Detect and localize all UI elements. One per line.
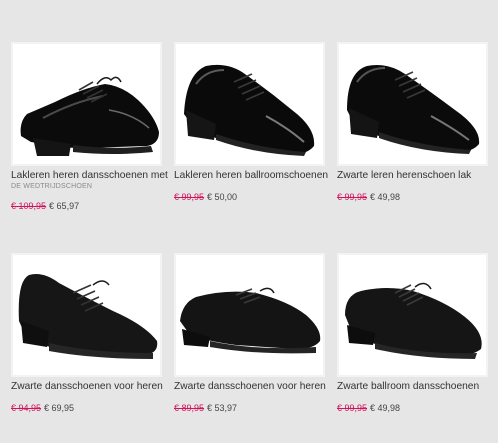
shoe-image — [184, 64, 315, 156]
product-title[interactable]: Lakleren heren ballroomschoenen — [174, 170, 334, 181]
product-image[interactable] — [337, 253, 488, 377]
product-image[interactable] — [11, 42, 162, 166]
sale-price: € 50,00 — [207, 192, 238, 202]
old-price: € 109,95 — [11, 201, 47, 211]
old-price: € 89,95 — [174, 403, 205, 413]
shoe-image — [347, 65, 480, 154]
old-price: € 94,95 — [11, 403, 42, 413]
sale-price: € 65,97 — [49, 201, 80, 211]
price-row: € 99,95 € 49,98 — [337, 403, 400, 413]
shoe-image — [180, 287, 321, 354]
shoe-image — [20, 76, 159, 156]
old-price: € 99,95 — [174, 192, 205, 202]
product-title[interactable]: Lakleren heren dansschoenen met — [11, 170, 171, 181]
sale-price: € 53,97 — [207, 403, 238, 413]
sale-price: € 69,95 — [44, 403, 75, 413]
old-price: € 99,95 — [337, 192, 368, 202]
shoe-image — [18, 274, 158, 359]
price-row: € 109,95 € 65,97 — [11, 201, 79, 211]
price-row: € 99,95 € 50,00 — [174, 192, 237, 202]
product-image[interactable] — [337, 42, 488, 166]
old-price: € 99,95 — [337, 403, 368, 413]
product-image[interactable] — [174, 253, 325, 377]
product-title[interactable]: Zwarte leren herenschoen lak — [337, 170, 497, 181]
product-title[interactable]: Zwarte dansschoenen voor heren — [11, 381, 171, 392]
product-title[interactable]: Zwarte ballroom dansschoenen — [337, 381, 497, 392]
price-row: € 99,95 € 49,98 — [337, 192, 400, 202]
product-subtitle: DE WEDTRIJDSCHOEN — [11, 183, 93, 190]
shoe-image — [345, 282, 482, 359]
sale-price: € 49,98 — [370, 403, 401, 413]
price-row: € 94,95 € 69,95 — [11, 403, 74, 413]
product-title[interactable]: Zwarte dansschoenen voor heren — [174, 381, 334, 392]
sale-price: € 49,98 — [370, 192, 401, 202]
product-image[interactable] — [174, 42, 325, 166]
product-image[interactable] — [11, 253, 162, 377]
price-row: € 89,95 € 53,97 — [174, 403, 237, 413]
